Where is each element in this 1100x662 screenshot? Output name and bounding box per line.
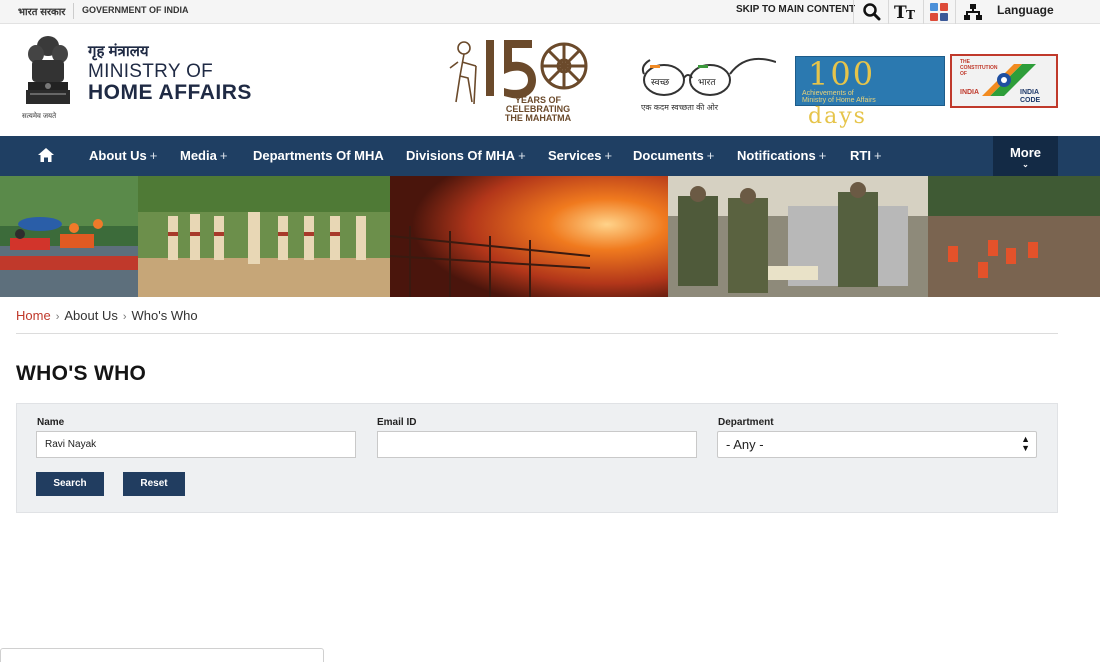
divider bbox=[73, 3, 74, 19]
nav-item-departments[interactable]: Departments Of MHA bbox=[253, 148, 384, 163]
nav-item-divisions[interactable]: Divisions Of MHA + bbox=[406, 148, 526, 163]
breadcrumb: Home › About Us › Who's Who bbox=[16, 308, 198, 323]
search-button[interactable]: Search bbox=[36, 472, 104, 496]
emblem-caption: सत्यमेव जयते bbox=[22, 113, 57, 120]
divider bbox=[16, 333, 1058, 334]
social-media-icon[interactable] bbox=[928, 1, 950, 23]
department-label: Department bbox=[718, 417, 774, 428]
text-line: OF bbox=[960, 71, 967, 77]
sitemap-icon[interactable] bbox=[961, 1, 985, 23]
constitution-text: THE CONSTITUTION OF bbox=[960, 59, 998, 77]
nav-item-notifications[interactable]: Notifications + bbox=[737, 148, 826, 163]
chevron-down-icon: ⌄ bbox=[1022, 160, 1029, 169]
swachh-word: स्वच्छ bbox=[651, 78, 670, 88]
100-days-banner[interactable]: 100 days Achievements of Ministry of Hom… bbox=[795, 55, 945, 129]
plus-icon: + bbox=[818, 148, 827, 163]
caption-line: Achievements of bbox=[802, 90, 854, 97]
name-field[interactable] bbox=[36, 431, 356, 458]
nav-item-about-us[interactable]: About Us + bbox=[89, 148, 157, 163]
plus-icon: + bbox=[873, 148, 882, 163]
india-label: INDIA bbox=[960, 89, 980, 96]
nav-label: Services bbox=[548, 148, 602, 163]
banner-photo-border-fence bbox=[390, 176, 668, 297]
banner-photo-flood-rescue bbox=[0, 176, 138, 297]
nav-item-documents[interactable]: Documents + bbox=[633, 148, 714, 163]
swachh-bharat-logo[interactable]: स्वच्छ भारत bbox=[636, 48, 777, 108]
gandhi-150-caption: YEARS OF CELEBRATING THE MAHATMA bbox=[488, 96, 588, 123]
page-title: WHO'S WHO bbox=[16, 362, 147, 385]
caption-line: THE MAHATMA bbox=[504, 113, 572, 123]
email-label: Email ID bbox=[377, 417, 417, 428]
breadcrumb-separator: › bbox=[55, 311, 60, 323]
nav-label: RTI bbox=[850, 148, 871, 163]
language-selector[interactable]: Language bbox=[997, 3, 1054, 17]
nav-item-media[interactable]: Media + bbox=[180, 148, 227, 163]
banner-photo-vehicle-check bbox=[668, 176, 928, 297]
breadcrumb-about-us[interactable]: About Us bbox=[64, 308, 117, 323]
number: 100 bbox=[808, 55, 876, 93]
search-icon[interactable] bbox=[860, 1, 884, 23]
plus-icon: + bbox=[604, 148, 613, 163]
days-caption: Achievements of Ministry of Home Affairs bbox=[802, 90, 876, 104]
plus-icon: + bbox=[706, 148, 715, 163]
india-code-brand: INDIA CODE bbox=[1020, 89, 1040, 105]
utility-bar: भारत सरकार GOVERNMENT OF INDIA SKIP TO M… bbox=[0, 0, 1100, 24]
floating-panel-edge bbox=[0, 648, 324, 662]
main-nav: About Us + Media + Departments Of MHA Divi… bbox=[0, 136, 1100, 176]
divider bbox=[955, 0, 956, 24]
ministry-title-line1[interactable]: MINISTRY OF bbox=[88, 61, 213, 83]
brand-line: CODE bbox=[1020, 97, 1041, 104]
india-code-banner[interactable]: THE CONSTITUTION OF INDIA INDIA CODE bbox=[950, 54, 1058, 108]
skip-to-main-link[interactable]: SKIP TO MAIN CONTENT bbox=[736, 4, 855, 15]
home-icon[interactable] bbox=[37, 146, 55, 164]
ministry-title-line2[interactable]: HOME AFFAIRS bbox=[88, 81, 252, 105]
plus-icon: + bbox=[518, 148, 526, 163]
divider bbox=[888, 0, 889, 24]
gov-english-link[interactable]: GOVERNMENT OF INDIA bbox=[82, 5, 189, 15]
hero-banner bbox=[0, 176, 1100, 297]
word: days bbox=[808, 104, 867, 129]
national-emblem-logo[interactable] bbox=[22, 32, 74, 114]
whos-who-search-form: Name Email ID Department - Any - ▲▼ Sear… bbox=[16, 403, 1058, 513]
bharat-word: भारत bbox=[698, 78, 716, 88]
caption-line: Ministry of Home Affairs bbox=[802, 97, 876, 104]
site-header: सत्यमेव जयते गृह मंत्रालय MINISTRY OF HO… bbox=[0, 24, 1100, 136]
gov-hindi-link[interactable]: भारत सरकार bbox=[18, 4, 65, 18]
divider bbox=[853, 0, 854, 24]
banner-photo-parade bbox=[138, 176, 390, 297]
reset-button[interactable]: Reset bbox=[123, 472, 185, 496]
nav-more-button[interactable]: More ⌄ bbox=[993, 136, 1058, 176]
breadcrumb-home[interactable]: Home bbox=[16, 308, 51, 323]
breadcrumb-current: Who's Who bbox=[131, 308, 198, 323]
plus-icon: + bbox=[219, 148, 228, 163]
nav-label: Notifications bbox=[737, 148, 816, 163]
department-selected-value: - Any - bbox=[726, 437, 764, 452]
select-arrows-icon: ▲ ▼ bbox=[1021, 434, 1030, 453]
nav-label: Media bbox=[180, 148, 217, 163]
name-label: Name bbox=[37, 417, 65, 428]
department-select[interactable]: - Any - ▲ ▼ bbox=[717, 431, 1037, 458]
svg-text:T: T bbox=[906, 8, 915, 21]
nav-label: About Us bbox=[89, 148, 147, 163]
breadcrumb-separator: › bbox=[122, 311, 127, 323]
nav-label: Departments Of MHA bbox=[253, 148, 384, 163]
nav-item-rti[interactable]: RTI + bbox=[850, 148, 882, 163]
divider bbox=[923, 0, 924, 24]
ministry-title-hindi[interactable]: गृह मंत्रालय bbox=[88, 41, 149, 61]
plus-icon: + bbox=[149, 148, 158, 163]
banner-photo-landslide-rescue bbox=[928, 176, 1100, 297]
swachh-caption: एक कदम स्वच्छता की ओर bbox=[641, 103, 719, 112]
nav-item-services[interactable]: Services + bbox=[548, 148, 612, 163]
text-size-icon[interactable]: TT bbox=[893, 1, 919, 23]
brand-line: INDIA bbox=[1020, 89, 1040, 96]
more-label: More bbox=[1009, 145, 1042, 160]
nav-label: Documents bbox=[633, 148, 704, 163]
email-field[interactable] bbox=[377, 431, 697, 458]
nav-label: Divisions Of MHA bbox=[406, 148, 516, 163]
